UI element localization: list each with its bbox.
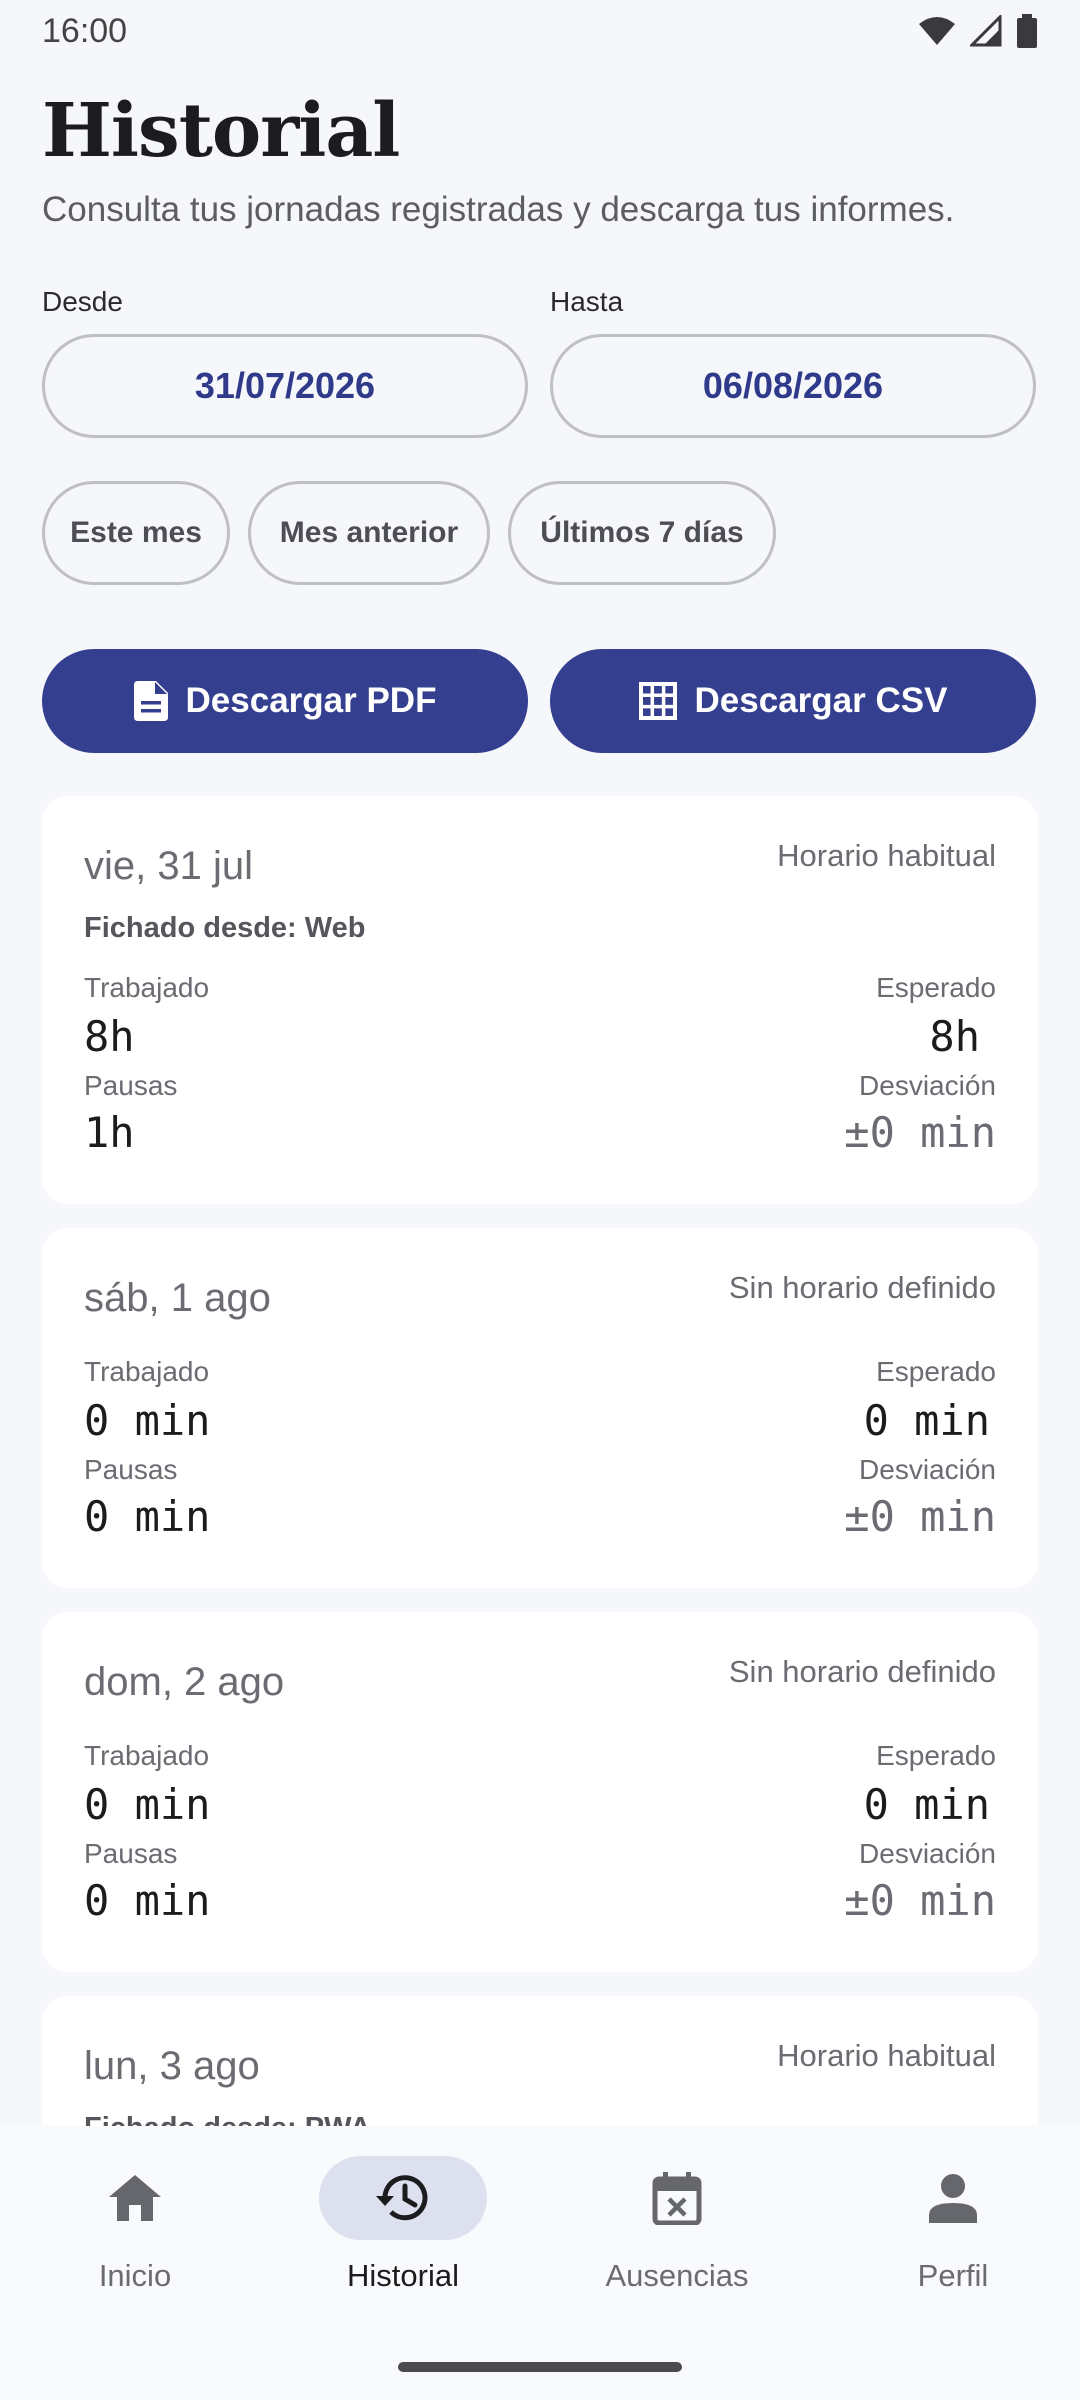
deviation-label: Desviación <box>859 1454 996 1485</box>
document-icon <box>133 681 168 721</box>
breaks-label: Pausas <box>84 1838 178 1869</box>
breaks-label: Pausas <box>84 1454 178 1485</box>
page-title: Historial <box>42 88 400 174</box>
breaks-value: 0 min <box>84 1876 211 1925</box>
worked-value: 0 min <box>84 1780 211 1829</box>
expected-label: Esperado <box>876 1356 996 1387</box>
deviation-label: Desviación <box>859 1838 996 1869</box>
day-schedule: Horario habitual <box>777 838 996 873</box>
from-date-field[interactable]: 31/07/2026 <box>42 334 528 438</box>
day-date: vie, 31 jul <box>84 844 253 888</box>
nav-label: Inicio <box>98 2258 172 2293</box>
expected-label: Esperado <box>876 1740 996 1771</box>
nav-label: Perfil <box>917 2258 989 2293</box>
chip-last-7-days[interactable]: Últimos 7 días <box>508 481 776 585</box>
wifi-icon <box>919 17 955 45</box>
nav-icon-container <box>869 2156 1037 2240</box>
deviation-value: ±0 min <box>844 1876 996 1925</box>
nav-label: Ausencias <box>605 2258 749 2293</box>
nav-item-inicio[interactable]: Inicio <box>0 2156 270 2316</box>
deviation-label: Desviación <box>859 1070 996 1101</box>
calendar-cancel-icon <box>652 2172 702 2225</box>
day-card[interactable]: vie, 31 jul Horario habitual Fichado des… <box>42 796 1038 1204</box>
home-icon <box>109 2175 161 2221</box>
expected-value: 8h <box>929 1012 980 1061</box>
person-icon <box>929 2174 977 2223</box>
breaks-label: Pausas <box>84 1070 178 1101</box>
nav-icon-container <box>319 2156 487 2240</box>
breaks-value: 1h <box>84 1108 135 1157</box>
download-csv-label: Descargar CSV <box>694 681 948 720</box>
nav-icon-container <box>593 2156 761 2240</box>
status-time: 16:00 <box>42 11 128 50</box>
nav-item-ausencias[interactable]: Ausencias <box>542 2156 812 2316</box>
worked-label: Trabajado <box>84 972 210 1003</box>
status-bar: 16:00 <box>0 0 1080 62</box>
download-csv-button[interactable]: Descargar CSV <box>550 649 1036 753</box>
day-card[interactable]: dom, 2 ago Sin horario definido Trabajad… <box>42 1612 1038 1972</box>
battery-icon <box>1017 14 1037 48</box>
day-source: Fichado desde: Web <box>84 912 366 944</box>
expected-label: Esperado <box>876 972 996 1003</box>
day-card[interactable]: sáb, 1 ago Sin horario definido Trabajad… <box>42 1228 1038 1588</box>
status-icons <box>918 14 1038 48</box>
nav-item-perfil[interactable]: Perfil <box>818 2156 1080 2316</box>
deviation-value: ±0 min <box>844 1108 996 1157</box>
to-date-field[interactable]: 06/08/2026 <box>550 334 1036 438</box>
day-schedule: Horario habitual <box>777 2038 996 2073</box>
history-icon <box>376 2175 428 2221</box>
nav-item-historial[interactable]: Historial <box>268 2156 538 2316</box>
worked-value: 0 min <box>84 1396 211 1445</box>
worked-value: 8h <box>84 1012 135 1061</box>
nav-icon-container <box>51 2156 219 2240</box>
chip-last-month[interactable]: Mes anterior <box>248 481 490 585</box>
worked-label: Trabajado <box>84 1740 210 1771</box>
bottom-navigation: Inicio Historial Ausencias Perfil <box>0 2126 1080 2400</box>
day-schedule: Sin horario definido <box>728 1270 996 1305</box>
page-subtitle: Consulta tus jornadas registradas y desc… <box>42 190 955 229</box>
worked-label: Trabajado <box>84 1356 210 1387</box>
nav-label: Historial <box>347 2258 459 2293</box>
download-pdf-button[interactable]: Descargar PDF <box>42 649 528 753</box>
cell-signal-icon <box>970 15 1002 47</box>
breaks-value: 0 min <box>84 1492 211 1541</box>
expected-value: 0 min <box>863 1396 990 1445</box>
from-label: Desde <box>42 286 123 317</box>
to-label: Hasta <box>550 286 624 317</box>
expected-value: 0 min <box>863 1780 990 1829</box>
table-grid-icon <box>638 682 677 720</box>
deviation-value: ±0 min <box>844 1492 996 1541</box>
day-date: lun, 3 ago <box>84 2044 260 2088</box>
day-date: sáb, 1 ago <box>84 1276 271 1320</box>
day-schedule: Sin horario definido <box>728 1654 996 1689</box>
home-indicator[interactable] <box>398 2362 682 2372</box>
day-date: dom, 2 ago <box>84 1660 285 1704</box>
chip-this-month[interactable]: Este mes <box>42 481 230 585</box>
download-pdf-label: Descargar PDF <box>185 681 437 720</box>
